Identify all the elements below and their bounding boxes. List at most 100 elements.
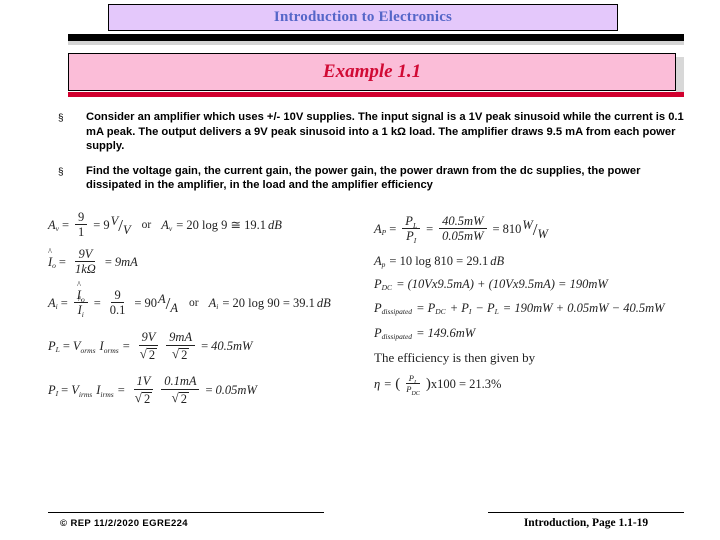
eq-sub: irms: [100, 390, 113, 399]
eq-label: P: [48, 338, 56, 353]
sqrt-body: 2: [178, 391, 190, 406]
sqrt-body: 2: [146, 347, 158, 362]
example-banner: Example 1.1: [68, 53, 676, 91]
eq-expression: = 10 log 810 = 29.1: [389, 253, 489, 268]
equation-dissipated-expression: Pdissipated = P DC + PI − PL = 190mW + 0.…: [374, 296, 714, 320]
eq-expression: = (10Vx9.5mA) + (10Vx9.5mA) = 190mW: [396, 276, 608, 291]
sqrt-icon: √ 2: [171, 345, 190, 362]
equations-right-column: AP = PL PI = 40.5mW 0.05mW = 810 W / W A…: [374, 208, 714, 398]
equation-output-current: Io = 9V 1kΩ = 9mA: [48, 242, 378, 282]
eq-or-label: or: [141, 219, 152, 231]
eq-den-symbol: P: [406, 229, 414, 243]
eq-denominator: 1kΩ: [74, 262, 96, 276]
eq-denominator: √ 2: [169, 390, 192, 406]
eq-num-symbol: P: [405, 213, 413, 228]
eq-expression: = 149.6mW: [416, 325, 476, 340]
footer-copyright: © REP 11/2/2020 EGRE224: [60, 518, 188, 529]
sqrt-body: 2: [141, 391, 153, 406]
equations-area: Av = 9 1 = 9 V / V or Av = 20 log 9 ≅ 19…: [0, 208, 720, 438]
eq-denominator: Ii: [75, 303, 87, 318]
eq-label-sub: I: [55, 388, 59, 398]
eq-result: 9mA: [114, 254, 138, 269]
eq-fraction: 9V 1kΩ: [72, 247, 99, 277]
efficiency-note-text: The efficiency is then given by: [374, 350, 536, 365]
eq-fraction: 0.1mA √ 2: [161, 374, 200, 406]
eq-numerator: 9: [75, 210, 88, 225]
eq-equals: =: [134, 295, 142, 310]
eq-sub-b: rms: [107, 345, 119, 355]
eq-fraction: Io Ii: [73, 288, 88, 319]
eq-numerator: 40.5mW: [439, 214, 487, 229]
eq-or-label: or: [188, 297, 199, 309]
eq-equals: =: [61, 382, 69, 397]
eq-unit: dB: [316, 295, 331, 310]
eq-unit: dB: [490, 253, 505, 268]
eq-num-sub: L: [412, 220, 418, 230]
eq-equals: =: [384, 376, 392, 391]
example-heading: Example 1.1: [322, 61, 422, 82]
eq-numerator: 9: [111, 288, 124, 303]
equation-dc-power: P DC = (10Vx9.5mA) + (10Vx9.5mA) = 190mW: [374, 272, 714, 296]
eq-num-sub: L: [413, 379, 418, 386]
eq-sub: DC: [435, 306, 446, 316]
eq-fraction: 9mA √ 2: [166, 330, 196, 362]
eq-result: 0.05mW: [215, 382, 257, 397]
eq-unit-numerator: W: [522, 217, 533, 232]
eq-equals: =: [201, 338, 209, 353]
eq-fraction: 40.5mW 0.05mW: [439, 214, 487, 244]
equation-voltage-gain: Av = 9 1 = 9 V / V or Av = 20 log 9 ≅ 19…: [48, 208, 378, 242]
eq-symbol: V: [71, 382, 79, 397]
eq-result: 9: [103, 217, 110, 232]
eq-expression: x100 = 21.3%: [430, 376, 502, 391]
eq-label: P: [374, 300, 382, 315]
equation-current-gain: Ai = Io Ii = 9 0.1 = 90 A / A or Ai = 20…: [48, 282, 378, 324]
list-item: § Consider an amplifier which uses +/- 1…: [58, 110, 698, 154]
eq-fraction: 9V √ 2: [137, 330, 160, 362]
eq-result: 40.5mW: [211, 338, 253, 353]
efficiency-note: The efficiency is then given by: [374, 346, 714, 370]
example-banner-shadow: [676, 57, 684, 97]
eq-sub: irms: [79, 390, 92, 399]
eq-equals: =: [60, 295, 68, 310]
eq-numerator: 0.1mA: [161, 374, 200, 390]
eq-sub: orms: [81, 346, 96, 355]
list-item: § Find the voltage gain, the current gai…: [58, 164, 698, 193]
eq-label-sub: P: [381, 227, 387, 237]
eq-fraction: 9 0.1: [107, 288, 129, 318]
equation-load-power: PL = Vorms Iorms = 9V √ 2 9mA √ 2 = 40.5mW: [48, 324, 378, 368]
eq-equals: =: [492, 221, 500, 236]
eq-numerator: 1V: [133, 374, 154, 390]
eq-denominator: 1: [78, 225, 85, 239]
eq-label: A: [374, 221, 382, 236]
sqrt-icon: √ 2: [139, 345, 158, 362]
eq-paren-group: ( PL PDC ): [395, 373, 431, 397]
sqrt-body: 2: [179, 347, 190, 362]
eq-label-sub: dissipated: [381, 331, 413, 341]
header-grey-divider: [68, 41, 684, 45]
eq-term-vrms: Virms: [71, 382, 92, 399]
eq-equals: =: [205, 382, 213, 397]
equations-left-column: Av = 9 1 = 9 V / V or Av = 20 log 9 ≅ 19…: [48, 208, 378, 412]
bullet-text: Find the voltage gain, the current gain,…: [86, 164, 641, 192]
eq-equals: =: [93, 217, 101, 232]
eq-term-irms: Iirms: [92, 383, 114, 399]
eq-fraction: 1V √ 2: [132, 374, 155, 406]
eq-unit-fraction: W / W: [522, 217, 548, 241]
eq-expression: = 190mW + 0.05mW − 40.5mW: [502, 300, 665, 315]
eq-expression: = 20 log 90 = 39.1: [222, 295, 315, 310]
eq-unit-denominator: A: [170, 300, 178, 315]
eq-expression: = 20 log 9 ≅ 19.1: [176, 218, 266, 232]
eq-numerator: 9mA: [166, 330, 196, 346]
eq-fraction: PL PI: [402, 213, 421, 245]
eq-label: A: [48, 217, 56, 232]
bullet-marker-icon: §: [58, 113, 64, 124]
eq-label: A: [374, 253, 382, 268]
eq-expression: = P: [416, 300, 436, 315]
eq-label-sub: o: [52, 260, 56, 270]
eq-result: 90: [144, 295, 157, 310]
eq-label-sub: dissipated: [381, 306, 413, 316]
eq-sub: orms: [104, 346, 119, 355]
eq-den-sub: I: [413, 236, 417, 245]
eq-numerator: PL: [402, 213, 421, 230]
eq-equals: =: [61, 217, 70, 232]
